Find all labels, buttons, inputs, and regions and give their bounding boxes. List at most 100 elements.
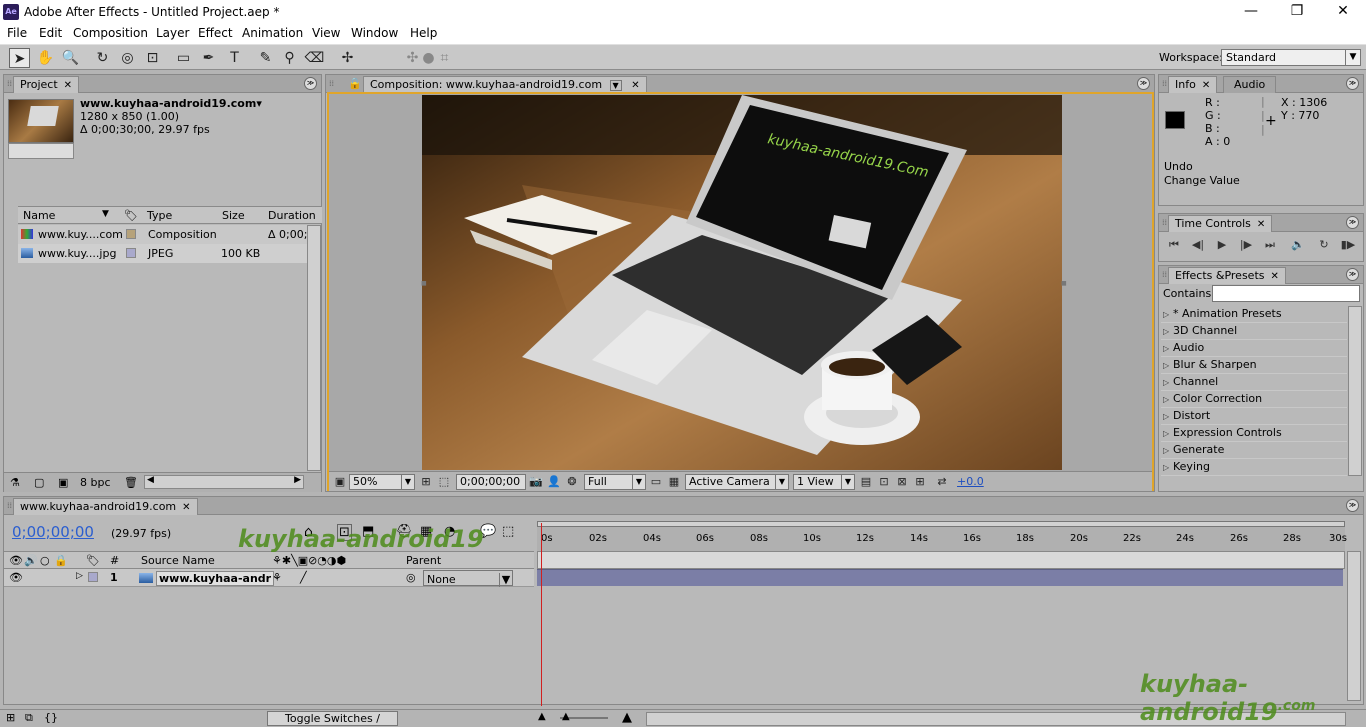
resize-handle[interactable]: ■ [1061, 280, 1067, 287]
current-time-field[interactable]: 0;00;00;00 [456, 474, 526, 490]
next-frame-icon[interactable]: |▶ [1237, 238, 1255, 251]
chevron-right-icon[interactable]: ▷ [76, 571, 83, 581]
zoom-tool-icon[interactable]: 🔍 [60, 48, 81, 68]
first-frame-icon[interactable]: ⏮ [1165, 238, 1183, 252]
panel-menu-icon[interactable]: ≫ [1346, 499, 1359, 512]
col-name[interactable]: Name [23, 209, 55, 222]
tab-timeline-comp[interactable]: www.kuyhaa-android19.com ✕ [13, 498, 198, 515]
in-out-icon[interactable]: {} [44, 711, 58, 724]
interpret-footage-icon[interactable]: ⚗ [10, 476, 20, 489]
audio-icon[interactable]: 🔊 [24, 554, 38, 567]
current-time-indicator[interactable] [541, 523, 542, 706]
label-swatch[interactable] [126, 229, 136, 239]
time-navigator[interactable] [537, 551, 1345, 569]
col-size[interactable]: Size [222, 209, 245, 222]
zoom-out-icon[interactable]: ▲ [538, 711, 546, 722]
grip-icon[interactable]: ⁞⁞ [7, 79, 12, 88]
new-composition-icon[interactable]: ▣ [58, 476, 68, 489]
shy-switch-icon[interactable]: ⚘ [272, 571, 282, 584]
col-parent[interactable]: Parent [406, 554, 441, 567]
previous-frame-icon[interactable]: ◀| [1189, 238, 1207, 251]
project-hscroll[interactable]: ◀ ▶ [144, 475, 304, 489]
hand-tool-icon[interactable]: ✋ [35, 48, 56, 68]
tab-composition[interactable]: Composition: www.kuyhaa-android19.com ▼ … [363, 76, 647, 93]
timeline-layer-row[interactable]: 👁 ▷ 1 www.kuyhaa-andr ⚘ ╱ ◎ None ▼ [4, 569, 534, 587]
grip-icon[interactable]: ⁞⁞ [7, 501, 12, 510]
chevron-down-icon[interactable]: ▼ [609, 80, 622, 91]
fx-item[interactable]: ▷ Color Correction [1161, 391, 1347, 408]
project-row-jpeg[interactable]: www.kuy....jpg JPEG 100 KB [18, 244, 308, 263]
graph-editor-icon[interactable]: ⬚ [502, 524, 514, 539]
fx-item[interactable]: ▷ Audio [1161, 340, 1347, 357]
panel-menu-icon[interactable]: ≫ [1346, 77, 1359, 90]
view-layout-dropdown[interactable]: 1 View ▼ [793, 474, 855, 490]
menu-effect[interactable]: Effect [198, 26, 233, 40]
mask-visibility-icon[interactable]: ⬚ [437, 475, 451, 489]
tab-audio[interactable]: Audio [1223, 76, 1277, 93]
col-source-name[interactable]: Source Name [141, 554, 215, 567]
effects-scrollbar[interactable] [1348, 306, 1362, 476]
panel-menu-icon[interactable]: ≫ [1346, 216, 1359, 229]
always-preview-icon[interactable]: ▣ [333, 475, 347, 489]
last-frame-icon[interactable]: ⏭ [1261, 238, 1279, 252]
lock-icon[interactable]: 🔒 [54, 554, 68, 567]
quality-switch-icon[interactable]: ╱ [300, 571, 307, 584]
fx-item[interactable]: ▷ * Animation Presets [1161, 306, 1347, 323]
channels-icon[interactable]: ❂ [565, 475, 579, 489]
grip-icon[interactable]: ⁞⁞ [1162, 218, 1167, 227]
menu-edit[interactable]: Edit [39, 26, 62, 40]
fx-item[interactable]: ▷ Keying [1161, 459, 1347, 476]
tab-project[interactable]: Project ✕ [13, 76, 80, 93]
menu-file[interactable]: File [7, 26, 27, 40]
chevron-right-icon[interactable]: ▶ [294, 475, 301, 485]
layer-switches-icon[interactable]: ⊞ [6, 711, 15, 724]
fast-previews-icon[interactable]: ⊡ [877, 475, 891, 489]
exposure-value[interactable]: +0.0 [957, 475, 984, 488]
show-snapshot-icon[interactable]: 👤 [547, 475, 561, 489]
fx-item[interactable]: ▷ 3D Channel [1161, 323, 1347, 340]
effects-search-input[interactable] [1212, 285, 1360, 302]
camera-dropdown[interactable]: Active Camera ▼ [685, 474, 789, 490]
maximize-button[interactable]: ❐ [1274, 0, 1320, 24]
chevron-down-icon[interactable]: ▼ [102, 209, 109, 219]
orbit-camera-icon[interactable]: ◎ [117, 48, 138, 68]
fx-item[interactable]: ▷ Blur & Sharpen [1161, 357, 1347, 374]
zoom-in-icon[interactable]: ▲ [622, 710, 632, 725]
visibility-icon[interactable]: 👁 [9, 571, 23, 584]
tab-time-controls[interactable]: Time Controls ✕ [1168, 215, 1273, 232]
fx-item[interactable]: ▷ Generate [1161, 442, 1347, 459]
pan-behind-tool-icon[interactable]: ⊡ [142, 48, 163, 68]
visibility-icon[interactable]: 👁 [9, 554, 23, 567]
close-icon[interactable]: ✕ [64, 80, 72, 91]
timeline-icon[interactable]: ⊠ [895, 475, 909, 489]
snapshot-icon[interactable]: 📷 [529, 475, 543, 489]
composition-viewer[interactable]: kuyhaa-android19.Com [422, 95, 1062, 470]
project-item-name[interactable]: www.kuyhaa-android19.com▾ [80, 97, 262, 110]
flowchart-icon[interactable]: ⊞ [913, 475, 927, 489]
close-icon[interactable]: ✕ [182, 502, 190, 513]
grip-icon[interactable]: ⁞⁞ [1162, 270, 1167, 279]
view-axis-icon[interactable]: ⌗ [434, 48, 455, 68]
transfer-controls-icon[interactable]: ⧉ [25, 711, 33, 725]
fx-item[interactable]: ▷ Channel [1161, 374, 1347, 391]
rectangle-tool-icon[interactable]: ▭ [173, 48, 194, 68]
magnification-dropdown[interactable]: 50% ▼ [349, 474, 415, 490]
menu-animation[interactable]: Animation [242, 26, 303, 40]
panel-menu-icon[interactable]: ≫ [1137, 77, 1150, 90]
solo-icon[interactable]: ○ [40, 554, 50, 567]
layer-name[interactable]: www.kuyhaa-andr [156, 571, 275, 586]
close-icon[interactable]: ✕ [631, 80, 639, 91]
tab-effects-presets[interactable]: Effects &Presets ✕ [1168, 267, 1286, 284]
panel-menu-icon[interactable]: ≫ [304, 77, 317, 90]
region-of-interest-icon[interactable]: ▭ [649, 475, 663, 489]
chevron-left-icon[interactable]: ◀ [147, 475, 154, 485]
menu-help[interactable]: Help [410, 26, 437, 40]
switches-icons[interactable]: ⚘✱╲▣⊘◔◑⬢ [272, 554, 346, 567]
pen-tool-icon[interactable]: ✒ [198, 48, 219, 68]
label-swatch[interactable] [126, 248, 136, 258]
ram-preview-icon[interactable]: ▮▶ [1339, 238, 1357, 251]
col-duration[interactable]: Duration [268, 209, 316, 222]
bit-depth[interactable]: 8 bpc [80, 476, 111, 489]
label-swatch[interactable] [88, 572, 98, 582]
timeline-current-time[interactable]: 0;00;00;00 [12, 523, 94, 541]
